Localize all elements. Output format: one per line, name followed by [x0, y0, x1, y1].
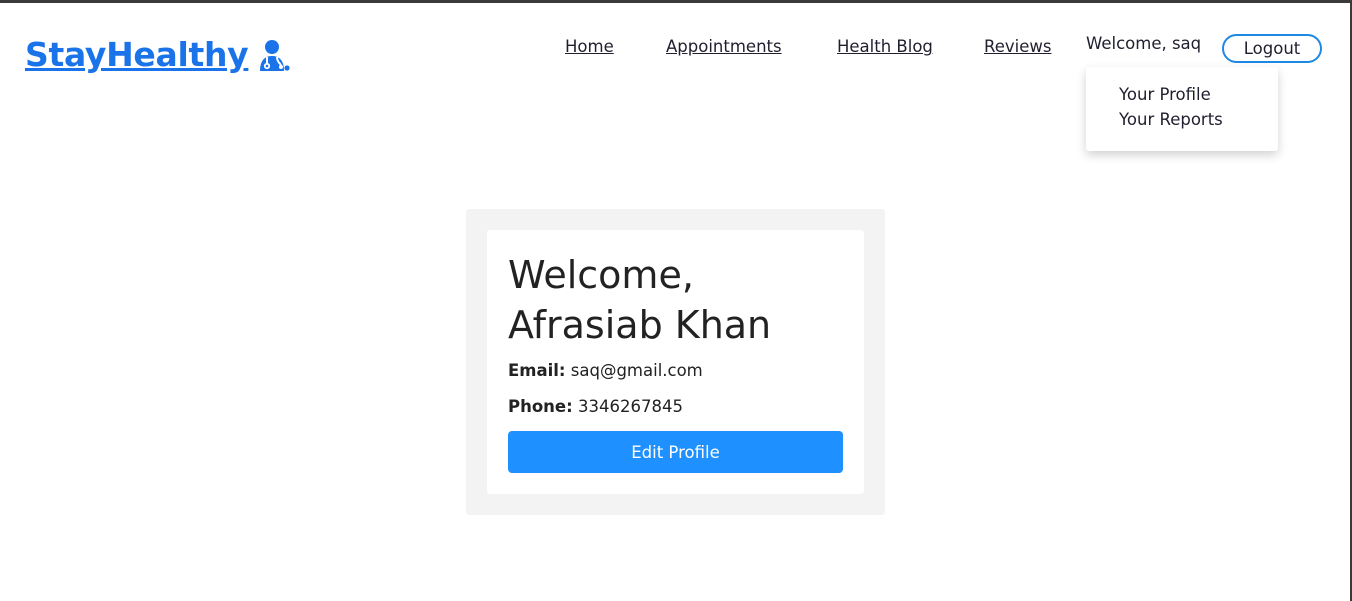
email-value: saq@gmail.com: [570, 361, 703, 380]
brand-name: StayHealthy: [25, 35, 249, 74]
welcome-user-menu[interactable]: Welcome, saq: [1086, 34, 1201, 53]
edit-profile-button[interactable]: Edit Profile: [508, 431, 843, 473]
nav-health-blog-link[interactable]: Health Blog: [837, 37, 933, 56]
phone-info: Phone: 3346267845: [508, 397, 683, 416]
phone-value: 3346267845: [577, 397, 683, 416]
profile-card: Welcome, Afrasiab Khan Email: saq@gmail.…: [487, 230, 864, 494]
brand-logo-link[interactable]: StayHealthy: [25, 35, 290, 74]
user-dropdown-menu: Your Profile Your Reports: [1086, 67, 1278, 151]
nav-home-link[interactable]: Home: [565, 37, 614, 56]
email-info: Email: saq@gmail.com: [508, 361, 703, 380]
phone-label: Phone:: [508, 397, 573, 416]
greeting-line1: Welcome,: [508, 253, 694, 297]
logout-button[interactable]: Logout: [1222, 34, 1322, 63]
doctor-icon: [254, 37, 290, 73]
dropdown-item-your-profile[interactable]: Your Profile: [1119, 85, 1211, 104]
profile-greeting: Welcome, Afrasiab Khan: [508, 250, 848, 350]
greeting-name: Afrasiab Khan: [508, 303, 772, 347]
nav-appointments-link[interactable]: Appointments: [666, 37, 782, 56]
email-label: Email:: [508, 361, 566, 380]
dropdown-item-your-reports[interactable]: Your Reports: [1119, 110, 1223, 129]
profile-card-container: Welcome, Afrasiab Khan Email: saq@gmail.…: [466, 209, 885, 515]
nav-reviews-link[interactable]: Reviews: [984, 37, 1051, 56]
